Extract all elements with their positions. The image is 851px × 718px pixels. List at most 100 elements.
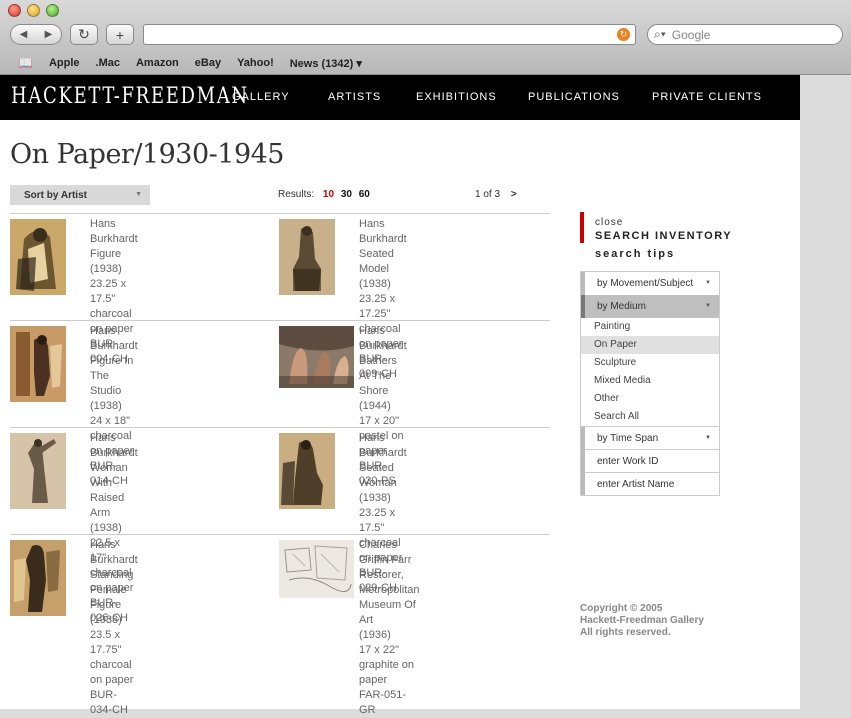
artwork-title[interactable]: Woman With Raised Arm (1938) (90, 461, 138, 536)
artist-name[interactable]: Hans Burkhardt (90, 431, 138, 461)
medium-option-sculpture[interactable]: Sculpture (581, 354, 719, 372)
artwork-size: 23.25 x 17.5" (90, 278, 127, 305)
filter-label: by Medium (597, 301, 646, 312)
artwork-code: BUR-034-CH (90, 689, 128, 716)
artwork-title[interactable]: Seated Model (1938) (359, 247, 407, 292)
chevron-down-icon: ▼ (705, 435, 711, 441)
artist-name[interactable]: Hans Burkhardt (90, 324, 138, 354)
work-id-placeholder: enter Work ID (597, 456, 659, 467)
nav-private-clients[interactable]: PRIVATE CLIENTS (652, 91, 762, 103)
artwork-title-year[interactable]: (1936) (359, 628, 420, 643)
chevron-down-icon: ▼ (705, 280, 711, 286)
results-per-page: Results: 10 30 60 (278, 189, 370, 200)
site-logo[interactable]: HACKETT-FREEDMAN (11, 84, 249, 109)
address-bar[interactable]: ↻ (143, 24, 636, 45)
artwork-thumbnail-standing-female[interactable] (10, 540, 66, 616)
medium-option-painting[interactable]: Painting (581, 318, 719, 336)
browser-margin (800, 75, 851, 709)
zoom-window-button[interactable] (46, 4, 59, 17)
filter-label: by Movement/Subject (597, 278, 694, 289)
copyright-notice: Copyright © 2005 Hackett-Freedman Galler… (580, 603, 704, 639)
artwork-thumbnail-seated-model[interactable] (279, 219, 335, 295)
bookmark-ebay[interactable]: eBay (195, 57, 221, 69)
artwork-size: 17 x 22" (359, 644, 399, 656)
bookmark-apple[interactable]: Apple (49, 57, 80, 69)
rss-refresh-icon[interactable]: ↻ (617, 28, 630, 41)
filter-label: by Time Span (597, 433, 659, 444)
web-page: HACKETT-FREEDMAN GALLERY ARTISTS EXHIBIT… (0, 75, 800, 716)
sort-select[interactable]: Sort by Artist ▼ (10, 185, 150, 205)
artwork-title[interactable]: Seated Woman (1938) (359, 461, 407, 506)
artwork-thumbnail-studio-figure[interactable] (10, 326, 66, 402)
close-link[interactable]: close (595, 217, 623, 228)
minimize-window-button[interactable] (27, 4, 40, 17)
accent-bar (580, 212, 584, 243)
artist-name[interactable]: Hans Burkhardt (359, 217, 407, 247)
artist-name-placeholder: enter Artist Name (597, 479, 675, 490)
artist-name[interactable]: Hans Burkhardt (90, 538, 138, 568)
artist-name[interactable]: Hans Burkhardt (90, 217, 138, 247)
artwork-title[interactable]: Standing Female Figure (1938) (90, 568, 138, 628)
browser-search-input[interactable]: ⌕▾ Google (647, 24, 843, 45)
chevron-down-icon: ▼ (135, 191, 142, 198)
artist-name[interactable]: Hans Burkhardt (359, 324, 407, 354)
artwork-size: 23.5 x 17.75" (90, 629, 122, 656)
new-tab-button[interactable]: + (106, 24, 134, 45)
nav-publications[interactable]: PUBLICATIONS (528, 91, 620, 103)
nav-gallery[interactable]: GALLERY (232, 91, 290, 103)
medium-option-on-paper[interactable]: On Paper (581, 336, 719, 354)
work-id-input[interactable]: enter Work ID (581, 449, 719, 472)
chevron-down-icon: ▼ (705, 303, 711, 309)
reload-button[interactable]: ↻ (70, 24, 98, 45)
medium-option-other[interactable]: Other (581, 390, 719, 408)
search-placeholder: Google (671, 27, 711, 42)
bookmark-news[interactable]: News (1342) ▾ (290, 57, 362, 70)
artwork-title[interactable]: Figure (1938) (90, 247, 138, 277)
artwork-title[interactable]: Restorer, Metropolitan Museum Of Art (359, 568, 420, 628)
reload-icon: ↻ (78, 26, 90, 42)
filter-movement-subject[interactable]: by Movement/Subject ▼ (581, 272, 719, 295)
close-window-button[interactable] (8, 4, 21, 17)
artist-name[interactable]: Hans Burkhardt (359, 431, 407, 461)
artwork-medium: graphite on paper (359, 659, 415, 686)
forward-arrow-icon[interactable]: ▶ (45, 29, 53, 40)
next-page-link[interactable]: > (511, 189, 517, 200)
copyright-line: Copyright © 2005 (580, 603, 663, 614)
window-controls (8, 4, 59, 17)
search-inventory-heading: SEARCH INVENTORY (595, 230, 733, 242)
artwork-thumbnail-seated-woman[interactable] (279, 433, 335, 509)
back-arrow-icon[interactable]: ◀ (20, 29, 28, 40)
bookmark-yahoo[interactable]: Yahoo! (237, 57, 274, 69)
page-title: On Paper/1930-1945 (10, 139, 284, 170)
open-book-icon[interactable]: 📖 (18, 56, 33, 70)
results-10[interactable]: 10 (323, 189, 334, 200)
results-30[interactable]: 30 (341, 189, 352, 200)
medium-options: Painting On Paper Sculpture Mixed Media … (581, 318, 719, 426)
artwork-medium: charcoal on paper (90, 659, 134, 686)
artwork-thumbnail-bathers[interactable] (279, 326, 354, 388)
results-label: Results: (278, 189, 315, 200)
artwork-thumbnail-restorer[interactable] (279, 540, 354, 598)
medium-option-search-all[interactable]: Search All (581, 408, 719, 426)
bookmark-mac[interactable]: .Mac (96, 57, 120, 69)
browser-toolbar: ◀ ▶ ↻ + ↻ ⌕▾ Google 📖 Apple .Mac Amazon … (0, 0, 851, 75)
artwork-size: 23.25 x 17.5" (359, 507, 396, 534)
results-60[interactable]: 60 (359, 189, 370, 200)
medium-option-mixed-media[interactable]: Mixed Media (581, 372, 719, 390)
artwork-title[interactable]: Bathers At The Shore (1944) (359, 354, 407, 414)
artist-name[interactable]: Charles Griffin Farr (359, 538, 420, 568)
plus-icon: + (115, 26, 125, 43)
artwork-title[interactable]: Figure In The Studio (1938) (90, 354, 138, 414)
artwork-thumbnail-figure[interactable] (10, 219, 66, 295)
artwork-thumbnail-woman-raised-arm[interactable] (10, 433, 66, 509)
copyright-line: Hackett-Freedman Gallery (580, 615, 704, 626)
filter-time-span[interactable]: by Time Span ▼ (581, 426, 719, 449)
nav-artists[interactable]: ARTISTS (328, 91, 381, 103)
filter-medium[interactable]: by Medium ▼ (581, 295, 719, 318)
back-forward-buttons[interactable]: ◀ ▶ (10, 24, 62, 45)
artwork-meta: Charles Griffin Farr Restorer, Metropoli… (359, 538, 420, 718)
search-tips-link[interactable]: search tips (595, 248, 675, 260)
artist-name-input[interactable]: enter Artist Name (581, 472, 719, 495)
nav-exhibitions[interactable]: EXHIBITIONS (416, 91, 497, 103)
bookmark-amazon[interactable]: Amazon (136, 57, 179, 69)
